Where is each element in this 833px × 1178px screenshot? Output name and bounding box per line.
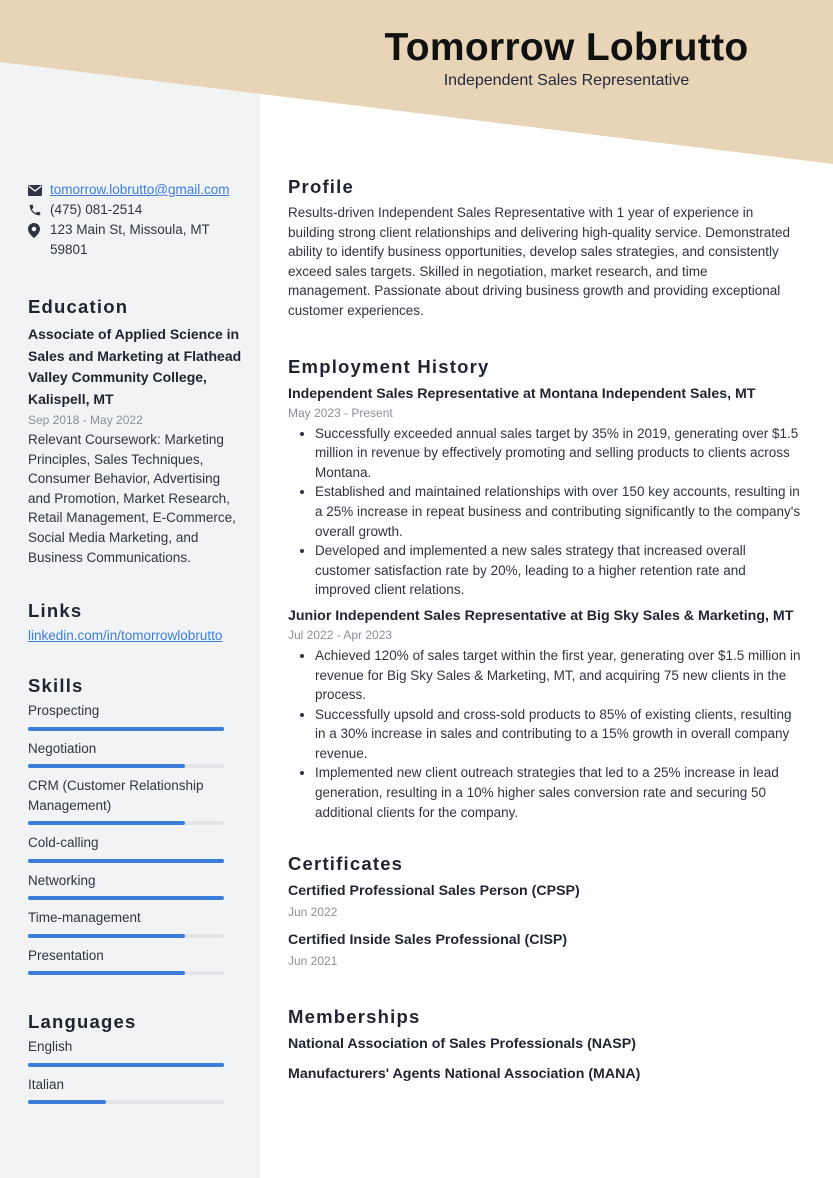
job-dates: Jul 2022 - Apr 2023 [288, 627, 393, 642]
job-bullet: Achieved 120% of sales target within the… [315, 646, 803, 705]
job-bullet: Established and maintained relationships… [315, 482, 803, 541]
skill-level-bar [28, 764, 224, 769]
skill-level-fill [28, 764, 185, 769]
language-label: English [28, 1039, 73, 1055]
contact-phone: (475) 081-2514 [28, 200, 244, 220]
skill-label: Time-management [28, 910, 141, 926]
skills-heading: Skills [28, 675, 84, 697]
skills-section: Skills Prospecting Negotiation CRM (Custom… [28, 675, 244, 976]
job-title: Junior Independent Sales Representative … [288, 607, 794, 624]
skill-label: Networking [28, 872, 96, 888]
memberships-section: Memberships National Association of Sale… [288, 1006, 803, 1084]
header: Tomorrow Lobrutto Independent Sales Repr… [260, 26, 833, 90]
links-section: Links linkedin.com/in/tomorrowlobrutto [28, 600, 244, 643]
certificate-date: Jun 2021 [288, 954, 338, 969]
envelope-icon [28, 180, 50, 200]
education-section: Education Associate of Applied Science i… [28, 296, 244, 567]
profile-heading: Profile [288, 176, 354, 197]
memberships-heading: Memberships [288, 1006, 421, 1028]
skill-level-bar [28, 933, 224, 938]
contact-section: tomorrow.lobrutto@gmail.com (475) 081-25… [28, 180, 244, 260]
skill-item: Presentation [28, 946, 244, 976]
education-heading: Education [28, 296, 129, 317]
candidate-role: Independent Sales Representative [443, 72, 690, 89]
job-bullet: Implemented new client outreach strategi… [315, 763, 803, 822]
skill-level-fill [28, 971, 185, 976]
address: 123 Main St, Missoula, MT 59801 [50, 220, 210, 260]
skill-level-fill [28, 726, 224, 731]
address-line-1: 123 Main St, Missoula, MT [50, 222, 210, 237]
skill-item: Networking [28, 871, 244, 901]
language-level-fill [28, 1100, 107, 1105]
membership-item: National Association of Sales Profession… [288, 1036, 636, 1053]
skill-level-fill [28, 821, 185, 826]
contact-email: tomorrow.lobrutto@gmail.com [28, 180, 244, 200]
certificate-entry: Certified Professional Sales Person (CPS… [288, 881, 803, 921]
skill-level-bar [28, 858, 224, 863]
skill-label: Prospecting [28, 703, 100, 719]
language-level-bar [28, 1100, 224, 1105]
skill-level-fill [28, 858, 224, 863]
candidate-name: Tomorrow Lobrutto [384, 26, 749, 69]
language-item: Italian [28, 1075, 244, 1105]
languages-section: Languages English Italian [28, 1011, 244, 1105]
education-dates: Sep 2018 - May 2022 [28, 413, 143, 427]
job-bullet: Successfully upsold and cross-sold produ… [315, 705, 803, 764]
skill-level-fill [28, 896, 224, 901]
certificates-heading: Certificates [288, 853, 404, 875]
contact-address: 123 Main St, Missoula, MT 59801 [28, 220, 244, 260]
language-level-bar [28, 1062, 224, 1067]
language-label: Italian [28, 1076, 65, 1092]
skill-label: Negotiation [28, 740, 97, 756]
skill-item: Cold-calling [28, 833, 244, 863]
employment-section: Employment History Independent Sales Rep… [288, 356, 803, 823]
phone-icon [28, 200, 50, 220]
certificates-section: Certificates Certified Professional Sale… [288, 853, 803, 970]
links-heading: Links [28, 600, 83, 622]
skill-item: Prospecting [28, 701, 244, 731]
education-degree: Associate of Applied Science in Sales an… [28, 326, 242, 407]
job-title: Independent Sales Representative at Mont… [288, 385, 756, 402]
membership-item: Manufacturers' Agents National Associati… [288, 1066, 641, 1083]
job-dates: May 2023 - Present [288, 405, 393, 420]
profile-section: Profile Results-driven Independent Sales… [288, 176, 803, 321]
phone-number: (475) 081-2514 [50, 202, 143, 217]
certificate-entry: Certified Inside Sales Professional (CIS… [288, 930, 803, 970]
main-content: Profile Results-driven Independent Sales… [288, 176, 803, 1084]
job-entry: Independent Sales Representative at Mont… [288, 384, 803, 600]
skill-item: CRM (Customer Relationship Management) [28, 776, 244, 826]
map-pin-icon [28, 220, 50, 240]
certificate-name: Certified Professional Sales Person (CPS… [288, 883, 580, 900]
skill-item: Negotiation [28, 739, 244, 769]
address-line-2: 59801 [50, 242, 88, 257]
language-level-fill [28, 1062, 224, 1067]
skill-level-bar [28, 726, 224, 731]
skill-item: Time-management [28, 908, 244, 938]
skill-label: Cold-calling [28, 835, 99, 851]
linkedin-link[interactable]: linkedin.com/in/tomorrowlobrutto [28, 628, 222, 643]
skill-label: Presentation [28, 947, 104, 963]
sidebar: tomorrow.lobrutto@gmail.com (475) 081-25… [28, 180, 244, 1112]
language-item: English [28, 1037, 244, 1067]
education-description: Relevant Coursework: Marketing Principle… [28, 432, 236, 565]
job-bullets: Successfully exceeded annual sales targe… [288, 424, 803, 600]
job-bullet: Developed and implemented a new sales st… [315, 541, 803, 600]
skill-level-fill [28, 933, 185, 938]
certificate-name: Certified Inside Sales Professional (CIS… [288, 932, 568, 949]
certificate-date: Jun 2022 [288, 905, 338, 920]
skill-level-bar [28, 821, 224, 826]
skill-level-bar [28, 971, 224, 976]
languages-heading: Languages [28, 1011, 137, 1033]
job-bullets: Achieved 120% of sales target within the… [288, 646, 803, 822]
job-entry: Junior Independent Sales Representative … [288, 606, 803, 822]
employment-heading: Employment History [288, 355, 490, 377]
skill-level-bar [28, 896, 224, 901]
profile-text: Results-driven Independent Sales Represe… [288, 205, 791, 318]
skill-label: CRM (Customer Relationship Management) [28, 778, 204, 813]
email-link[interactable]: tomorrow.lobrutto@gmail.com [50, 180, 230, 200]
job-bullet: Successfully exceeded annual sales targe… [315, 424, 803, 483]
